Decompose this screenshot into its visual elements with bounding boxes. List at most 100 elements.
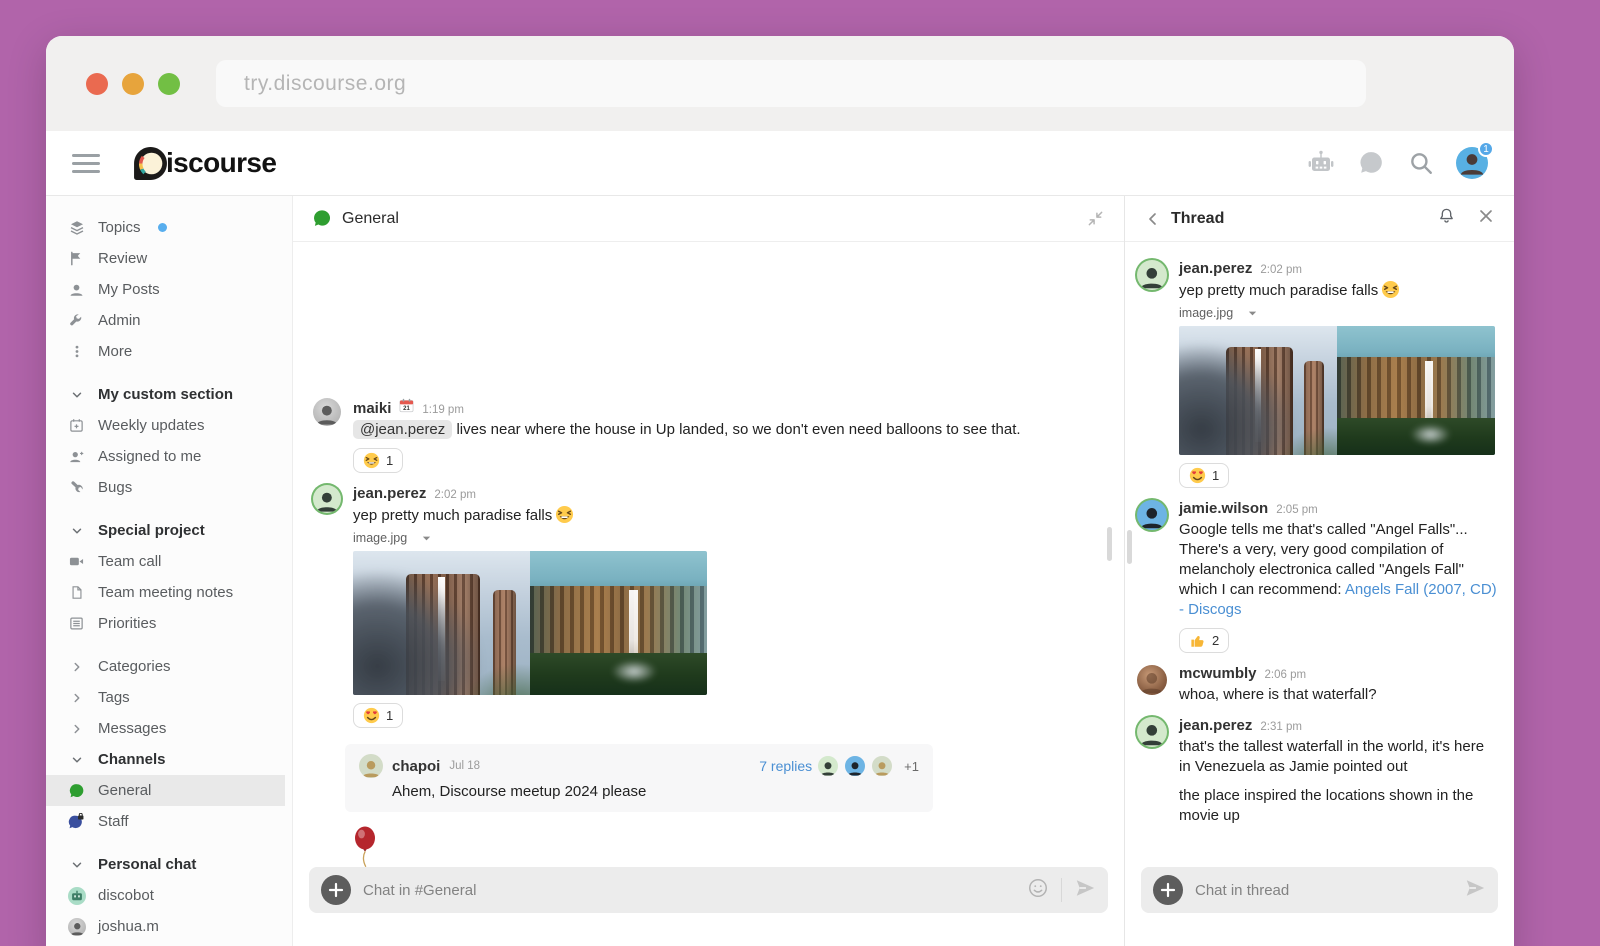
- avatar[interactable]: [1137, 717, 1167, 747]
- angel-falls-image[interactable]: [1337, 326, 1495, 455]
- sidebar-item-team-meeting-notes[interactable]: Team meeting notes: [46, 577, 292, 608]
- close-window-button[interactable]: [86, 73, 108, 95]
- username[interactable]: jean.perez: [1179, 260, 1252, 277]
- message-text: yep pretty much paradise falls: [1179, 282, 1378, 299]
- sidebar-section-title: Messages: [98, 720, 166, 737]
- search-icon[interactable]: [1406, 148, 1436, 178]
- reaction-heart-eyes[interactable]: 1: [1179, 463, 1229, 488]
- sidebar-label: My Posts: [98, 281, 160, 298]
- message-text: the place inspired the locations shown i…: [1179, 787, 1473, 824]
- attach-button[interactable]: [321, 875, 351, 905]
- reaction-count: 1: [386, 708, 393, 723]
- mention-pill[interactable]: @jean.perez: [353, 420, 452, 439]
- thread-message: jean.perez 2:31 pm that's the tallest wa…: [1125, 713, 1514, 834]
- sidebar-section-title: Personal chat: [98, 856, 196, 873]
- paradise-falls-image[interactable]: [353, 551, 530, 695]
- sidebar-section-categories[interactable]: Categories: [46, 651, 292, 682]
- sidebar-label: discobot: [98, 887, 154, 904]
- send-icon[interactable]: [1464, 877, 1486, 904]
- sidebar-channel-general[interactable]: General: [46, 775, 285, 806]
- reaction-laughing[interactable]: 1: [353, 448, 403, 473]
- layers-icon: [68, 219, 85, 236]
- reaction-heart-eyes[interactable]: 1: [353, 703, 403, 728]
- sidebar-item-my-posts[interactable]: My Posts: [46, 274, 292, 305]
- address-bar[interactable]: try.discourse.org: [216, 60, 1366, 107]
- timestamp: 2:31 pm: [1260, 721, 1302, 733]
- thread-composer[interactable]: Chat in thread: [1141, 867, 1498, 913]
- composer-placeholder[interactable]: Chat in thread: [1195, 882, 1289, 899]
- wrench-icon: [68, 312, 85, 329]
- avatar[interactable]: [1137, 500, 1167, 530]
- sidebar-item-priorities[interactable]: Priorities: [46, 608, 292, 639]
- sidebar-channel-staff[interactable]: Staff: [46, 806, 292, 837]
- attachment-toggle[interactable]: image.jpg: [353, 531, 707, 545]
- collapse-icon[interactable]: [1087, 210, 1104, 227]
- maximize-window-button[interactable]: [158, 73, 180, 95]
- sidebar-section-tags[interactable]: Tags: [46, 682, 292, 713]
- username[interactable]: jamie.wilson: [1179, 500, 1268, 517]
- unread-dot: [158, 223, 167, 232]
- chat-composer[interactable]: Chat in #General: [309, 867, 1108, 913]
- sidebar-section-messages[interactable]: Messages: [46, 713, 292, 744]
- attachment-toggle[interactable]: image.jpg: [1179, 306, 1495, 320]
- send-icon[interactable]: [1074, 877, 1096, 904]
- reaction-count: 1: [386, 453, 393, 468]
- back-icon[interactable]: [1145, 211, 1161, 227]
- scrollbar-thumb[interactable]: [1127, 530, 1132, 564]
- user-avatar[interactable]: 1: [1456, 147, 1488, 179]
- chat-message: [353, 826, 1124, 867]
- sidebar-item-bugs[interactable]: Bugs: [46, 472, 292, 503]
- chevron-right-icon: [68, 689, 85, 706]
- close-icon[interactable]: [1478, 208, 1494, 229]
- username[interactable]: chapoi: [392, 758, 440, 775]
- sidebar-item-admin[interactable]: Admin: [46, 305, 292, 336]
- emoji-picker-icon[interactable]: [1027, 877, 1049, 904]
- sidebar-item-team-call[interactable]: Team call: [46, 546, 292, 577]
- sidebar-item-more[interactable]: More: [46, 336, 292, 367]
- hamburger-menu-icon[interactable]: [72, 154, 100, 173]
- svg-text:21: 21: [404, 406, 411, 412]
- thread-panel: Thread jean.perez 2:02 pm: [1125, 196, 1514, 946]
- sidebar-section-special-project[interactable]: Special project: [46, 515, 292, 546]
- paradise-falls-image[interactable]: [1179, 326, 1337, 455]
- sidebar-item-weekly-updates[interactable]: Weekly updates: [46, 410, 292, 441]
- reaction-count: 1: [1212, 468, 1219, 483]
- sidebar-dm-joshua[interactable]: joshua.m: [46, 911, 292, 942]
- discourse-logo[interactable]: iscourse: [132, 145, 276, 182]
- sidebar-label: Review: [98, 250, 147, 267]
- avatar[interactable]: [1137, 665, 1167, 695]
- chevron-down-icon: [68, 856, 85, 873]
- image-attachment-pair[interactable]: [353, 551, 707, 695]
- avatar[interactable]: [359, 754, 383, 778]
- thread-replies-link[interactable]: 7 replies: [759, 758, 812, 774]
- username[interactable]: mcwumbly: [1179, 665, 1257, 682]
- image-attachment-pair[interactable]: [1179, 326, 1495, 455]
- robot-icon[interactable]: [1306, 148, 1336, 178]
- username[interactable]: jean.perez: [1179, 717, 1252, 734]
- sidebar-item-review[interactable]: Review: [46, 243, 292, 274]
- sidebar-section-personal-chat[interactable]: Personal chat: [46, 849, 292, 880]
- angel-falls-image[interactable]: [530, 551, 707, 695]
- thread-summary-card[interactable]: chapoi Jul 18 7 replies +1 Ahem, Discour…: [345, 744, 933, 812]
- sidebar-section-channels[interactable]: Channels: [46, 744, 292, 775]
- chat-bubble-icon[interactable]: [1356, 148, 1386, 178]
- sidebar-item-assigned-to-me[interactable]: Assigned to me: [46, 441, 292, 472]
- browser-chrome: try.discourse.org: [46, 36, 1514, 131]
- scrollbar-thumb[interactable]: [1107, 527, 1112, 561]
- avatar[interactable]: [313, 398, 341, 426]
- attach-button[interactable]: [1153, 875, 1183, 905]
- sidebar-dm-discobot[interactable]: discobot: [46, 880, 292, 911]
- sidebar-section-my-custom-section[interactable]: My custom section: [46, 379, 292, 410]
- list-icon: [68, 615, 85, 632]
- composer-placeholder[interactable]: Chat in #General: [363, 882, 476, 899]
- username[interactable]: maiki: [353, 400, 391, 417]
- caret-down-icon: [1247, 308, 1258, 319]
- username[interactable]: jean.perez: [353, 485, 426, 502]
- avatar[interactable]: [1137, 260, 1167, 290]
- sidebar-item-topics[interactable]: Topics: [46, 212, 292, 243]
- avatar[interactable]: [313, 485, 341, 513]
- minimize-window-button[interactable]: [122, 73, 144, 95]
- bell-icon[interactable]: [1437, 207, 1456, 231]
- reaction-thumbs-up[interactable]: 2: [1179, 628, 1229, 653]
- sidebar-label: Staff: [98, 813, 129, 830]
